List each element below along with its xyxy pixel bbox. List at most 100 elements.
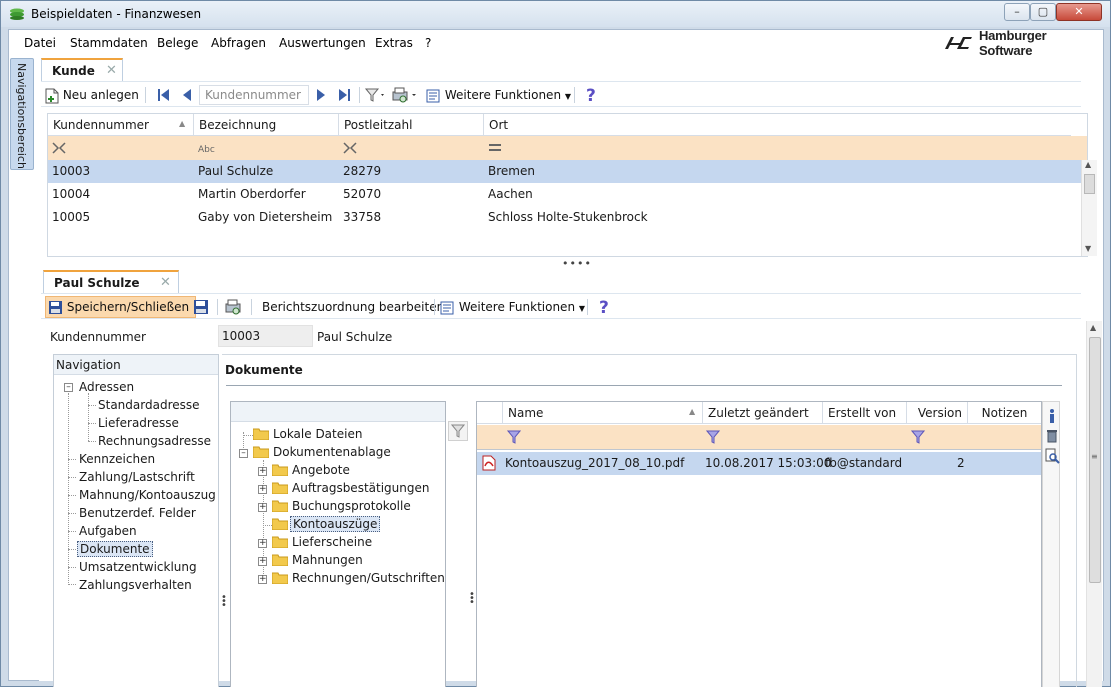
more-functions-dropdown[interactable]: Weitere Funktionen ▼: [425, 86, 571, 104]
navigation-area-tab[interactable]: Navigationsbereich: [10, 58, 34, 170]
cell-bezeichnung: Gaby von Dietersheim: [198, 210, 333, 224]
folder-tree-header: [231, 402, 445, 422]
column-header-name[interactable]: Name ▲: [503, 402, 703, 424]
column-header-ort[interactable]: Ort: [484, 114, 1081, 136]
nav-item-aufgaben[interactable]: Aufgaben: [79, 524, 137, 538]
new-button[interactable]: Neu anlegen: [45, 86, 139, 104]
nav-item-benutzerdef-felder[interactable]: Benutzerdef. Felder: [79, 506, 196, 520]
scroll-up-icon[interactable]: ▲: [1090, 323, 1096, 332]
nav-item-dokumente[interactable]: Dokumente: [77, 541, 153, 557]
customer-grid-scrollbar[interactable]: ▲ ▼: [1081, 160, 1097, 256]
expand-icon[interactable]: +: [258, 557, 267, 566]
scrollbar-thumb[interactable]: ≡: [1089, 337, 1101, 583]
nav-item-standardadresse[interactable]: Standardadresse: [98, 398, 200, 412]
menu-datei[interactable]: Datei: [24, 36, 56, 50]
expand-icon[interactable]: +: [258, 485, 267, 494]
scroll-up-icon[interactable]: ▲: [1085, 160, 1091, 169]
column-header-postleitzahl[interactable]: Postleitzahl: [339, 114, 484, 136]
column-header-notizen[interactable]: Notizen: [968, 402, 1041, 424]
nav-item-kennzeichen[interactable]: Kennzeichen: [79, 452, 155, 466]
folder-kontoauszuege[interactable]: Kontoauszüge: [290, 516, 381, 532]
menu-auswertungen[interactable]: Auswertungen: [279, 36, 366, 50]
filter-contains-icon[interactable]: [343, 142, 357, 154]
scroll-down-icon[interactable]: ▼: [1085, 244, 1091, 253]
close-window-button[interactable]: ✕: [1056, 3, 1102, 21]
nav-item-adressen[interactable]: Adressen: [79, 380, 134, 394]
menu-extras[interactable]: Extras: [375, 36, 413, 50]
filter-icon[interactable]: [911, 430, 925, 444]
menu-belege[interactable]: Belege: [157, 36, 198, 50]
menu-stammdaten[interactable]: Stammdaten: [70, 36, 148, 50]
column-header-version[interactable]: Version: [907, 402, 968, 424]
scrollbar-thumb[interactable]: [1084, 174, 1095, 194]
help-icon[interactable]: ?: [597, 298, 611, 316]
column-header-kundennummer[interactable]: Kundennummer ▲: [48, 114, 194, 136]
column-header-bezeichnung[interactable]: Bezeichnung: [194, 114, 339, 136]
splitter-handle[interactable]: ••••: [562, 258, 592, 269]
close-icon[interactable]: ✕: [106, 63, 117, 78]
last-record-icon[interactable]: [337, 87, 351, 103]
folder-auftragsbestaetigungen[interactable]: Auftragsbestätigungen: [292, 481, 429, 495]
folder-angebote[interactable]: Angebote: [292, 463, 350, 477]
save-close-button[interactable]: Speichern/Schließen: [45, 296, 197, 318]
splitter-handle[interactable]: • • •: [469, 590, 475, 608]
customer-number-search-input[interactable]: Kundennummer: [199, 85, 309, 105]
nav-item-zahlungsverhalten[interactable]: Zahlungsverhalten: [79, 578, 192, 592]
folder-filter-button[interactable]: [448, 421, 468, 441]
tab-kunde[interactable]: Kunde ✕: [41, 58, 123, 81]
toolbar-separator: [359, 87, 360, 103]
nav-item-zahlung-lastschrift[interactable]: Zahlung/Lastschrift: [79, 470, 195, 484]
next-record-icon[interactable]: [315, 87, 327, 103]
more-functions-dropdown[interactable]: Weitere Funktionen ▼: [439, 298, 585, 316]
detail-scrollbar[interactable]: ▲ ≡ ▼: [1086, 321, 1102, 687]
folder-mahnungen[interactable]: Mahnungen: [292, 553, 363, 567]
filter-equals-icon[interactable]: [488, 143, 502, 153]
folder-dokumentenablage[interactable]: Dokumentenablage: [273, 445, 391, 459]
filter-icon[interactable]: [706, 430, 720, 444]
print-preview-icon[interactable]: [391, 86, 419, 104]
folder-rechnungen-gutschriften[interactable]: Rechnungen/Gutschriften: [292, 571, 445, 585]
nav-item-rechnungsadresse[interactable]: Rechnungsadresse: [98, 434, 211, 448]
table-row[interactable]: 10005 Gaby von Dietersheim 33758 Schloss…: [48, 206, 1081, 229]
filter-icon[interactable]: [365, 87, 387, 103]
expand-icon[interactable]: +: [258, 539, 267, 548]
filter-contains-icon[interactable]: [52, 142, 66, 154]
file-list: Name ▲ Zuletzt geändert Erstellt von Ver…: [476, 401, 1042, 687]
first-record-icon[interactable]: [157, 87, 171, 103]
filter-text-icon[interactable]: Abc: [198, 142, 216, 154]
close-icon[interactable]: ✕: [160, 275, 171, 290]
folder-buchungsprotokolle[interactable]: Buchungsprotokolle: [292, 499, 411, 513]
collapse-icon[interactable]: –: [64, 383, 73, 392]
menu-help[interactable]: ?: [425, 36, 431, 50]
column-header-erstellt-von[interactable]: Erstellt von: [823, 402, 907, 424]
delete-icon[interactable]: [1045, 428, 1059, 444]
folder-lokale-dateien[interactable]: Lokale Dateien: [273, 427, 362, 441]
column-header-zuletzt-geaendert[interactable]: Zuletzt geändert: [703, 402, 823, 424]
maximize-button[interactable]: ▢: [1030, 3, 1056, 21]
edit-report-assignment-button[interactable]: Berichtszuordnung bearbeiten: [262, 298, 444, 316]
menu-abfragen[interactable]: Abfragen: [211, 36, 266, 50]
save-icon[interactable]: [193, 299, 209, 315]
folder-lieferscheine[interactable]: Lieferscheine: [292, 535, 372, 549]
print-preview-icon[interactable]: [224, 298, 244, 316]
expand-icon[interactable]: +: [258, 575, 267, 584]
expand-icon[interactable]: +: [258, 467, 267, 476]
folder-icon: [272, 518, 288, 530]
tree-line: [68, 459, 76, 460]
previous-record-icon[interactable]: [181, 87, 193, 103]
filter-icon[interactable]: [507, 430, 521, 444]
nav-item-lieferadresse[interactable]: Lieferadresse: [98, 416, 179, 430]
table-row[interactable]: Kontoauszug_2017_08_10.pdf 10.08.2017 15…: [477, 452, 1041, 475]
minimize-button[interactable]: –: [1004, 3, 1030, 21]
collapse-icon[interactable]: –: [239, 449, 248, 458]
expand-icon[interactable]: +: [258, 503, 267, 512]
table-row[interactable]: 10004 Martin Oberdorfer 52070 Aachen: [48, 183, 1081, 206]
table-row[interactable]: 10003 Paul Schulze 28279 Bremen: [48, 160, 1081, 183]
kundennummer-field[interactable]: 10003: [218, 325, 313, 347]
help-icon[interactable]: ?: [584, 86, 598, 104]
search-document-icon[interactable]: [1045, 448, 1060, 464]
nav-item-umsatzentwicklung[interactable]: Umsatzentwicklung: [79, 560, 197, 574]
nav-item-mahnung-kontoauszug[interactable]: Mahnung/Kontoauszug: [79, 488, 216, 502]
tab-paul-schulze[interactable]: Paul Schulze ✕: [43, 270, 179, 293]
info-icon[interactable]: [1046, 408, 1058, 424]
